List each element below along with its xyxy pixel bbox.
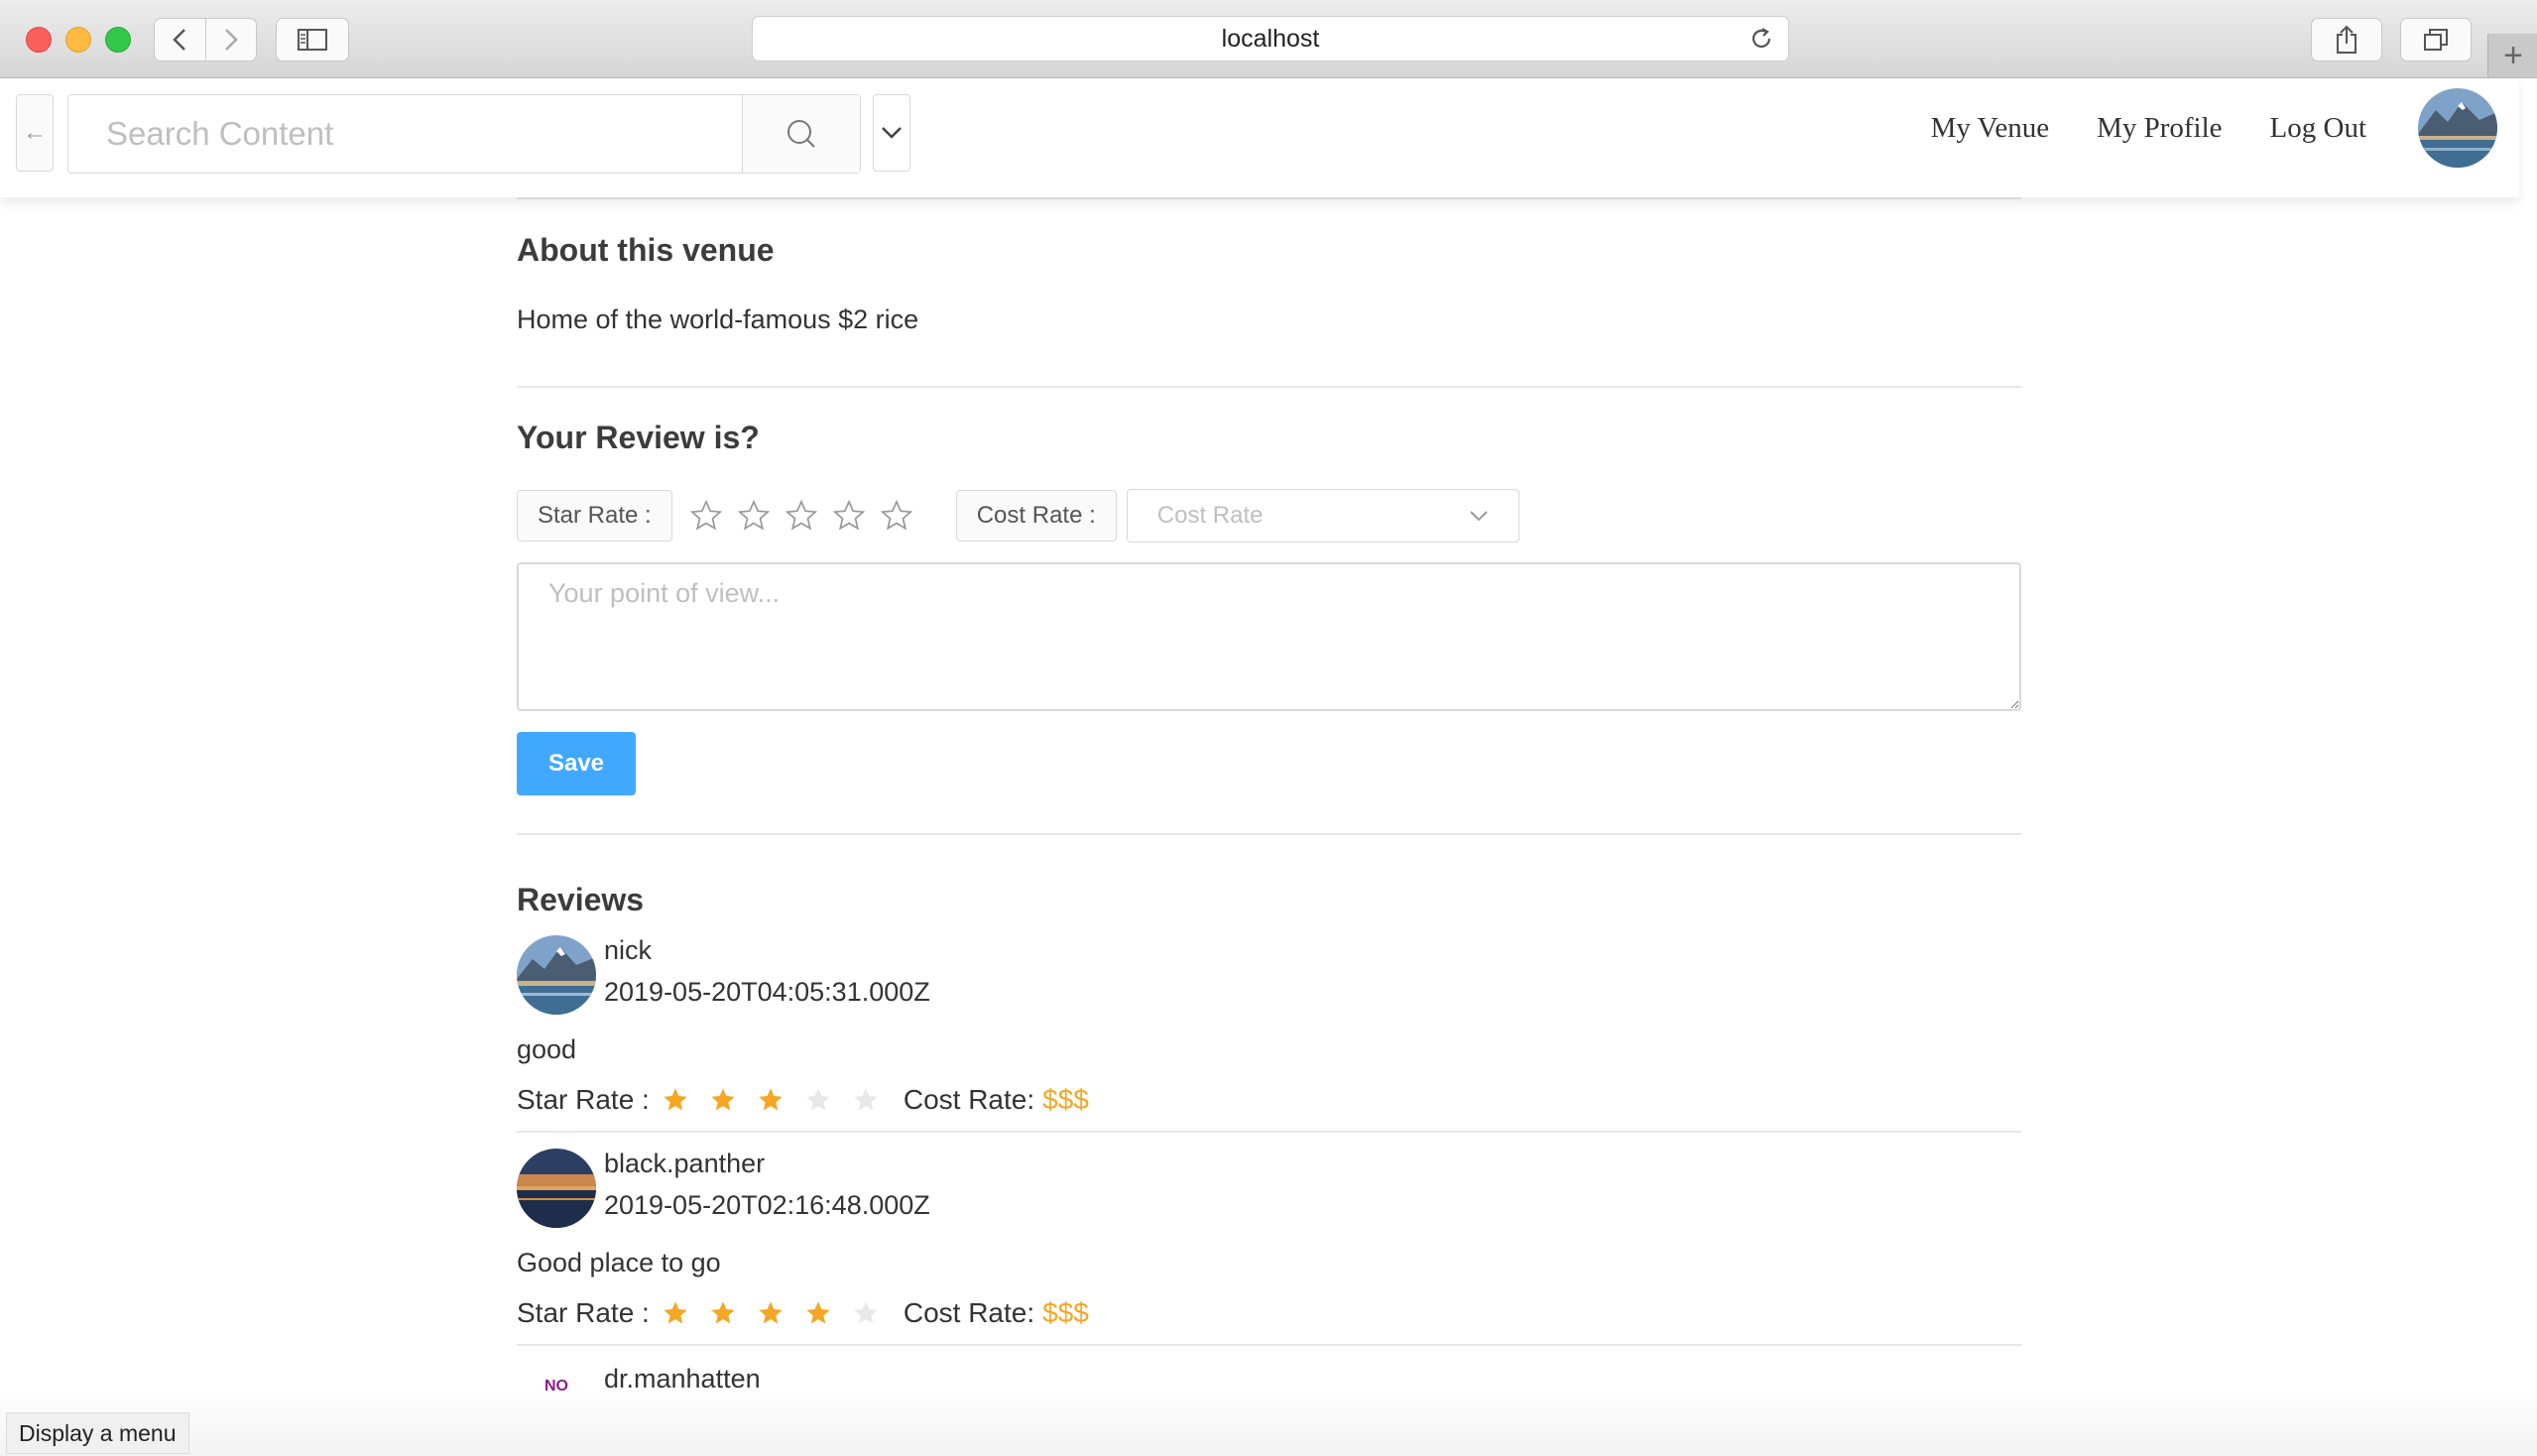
review-form-heading: Your Review is? (517, 420, 760, 455)
star-icon (842, 1299, 890, 1327)
top-nav: My Venue My Profile Log Out (1883, 78, 2519, 178)
browser-back-button[interactable] (155, 19, 206, 61)
venue-description: Home of the world-famous $2 rice (517, 304, 919, 334)
divider (517, 386, 2021, 388)
star-rate-label: Star Rate : (517, 1084, 650, 1115)
star-icon[interactable] (778, 499, 825, 533)
address-bar[interactable]: localhost (752, 16, 1789, 61)
star-icon[interactable] (873, 499, 920, 533)
star-icon (794, 1299, 842, 1327)
chevron-down-icon (882, 127, 902, 139)
reviewer-name: dr.manhatten (604, 1364, 761, 1394)
back-button[interactable]: ← (16, 94, 54, 172)
star-icon (699, 1299, 747, 1327)
star-icon (747, 1086, 794, 1114)
star-rating-input[interactable] (682, 499, 920, 533)
nav-my-venue-link[interactable]: My Venue (1931, 112, 2049, 145)
reviewer-avatar (517, 1149, 596, 1228)
reviews-heading: Reviews (517, 882, 645, 917)
zoom-window-button[interactable] (105, 27, 131, 53)
url-text: localhost (1221, 24, 1320, 53)
search-dropdown-button[interactable] (873, 94, 910, 172)
save-wrap: Save (517, 732, 2021, 795)
review-text: Good place to go (517, 1248, 721, 1277)
new-tab-button[interactable]: + (2487, 34, 2537, 77)
share-icon (2337, 25, 2356, 54)
arrow-left-icon: ← (23, 119, 47, 146)
chevron-down-icon (1470, 511, 1488, 522)
star-icon (699, 1086, 747, 1114)
star-rate-label: Star Rate : (517, 490, 672, 542)
star-icon[interactable] (825, 499, 873, 533)
sidebar-icon (298, 29, 327, 51)
star-rate-label: Star Rate : (517, 1297, 650, 1328)
forward-arrow-icon (224, 29, 238, 51)
search-button[interactable] (742, 95, 860, 173)
browser-toolbar: localhost + (0, 0, 2537, 78)
review-item: black.panther 2019-05-20T02:16:48.000Z G… (517, 1149, 2021, 1344)
star-icon (652, 1086, 699, 1114)
cost-rate-label: Cost Rate: (903, 1297, 1035, 1328)
show-tabs-button[interactable] (2400, 18, 2472, 61)
star-icon (794, 1086, 842, 1114)
review-textarea[interactable] (517, 562, 2021, 711)
search-input[interactable] (68, 95, 742, 173)
cost-rate-select[interactable]: Cost Rate (1126, 489, 1519, 543)
review-rating: Star Rate : Cost Rate: $$$ (517, 1084, 1089, 1116)
venue-page-content: About this venue Home of the world-famou… (517, 197, 2021, 1443)
reviewer-avatar-placeholder: NO (517, 1364, 596, 1443)
cost-rate-value: $$$ (1042, 1297, 1089, 1328)
plus-icon: + (2503, 36, 2523, 74)
app-header: ← My Venue My Profile Log Out (0, 78, 2519, 197)
review-divider (517, 1131, 2021, 1133)
cost-rate-label: Cost Rate: (903, 1084, 1035, 1115)
close-window-button[interactable] (26, 27, 52, 53)
review-rating-row: Star Rate : Cost Rate : Cost Rate (517, 489, 2021, 543)
back-arrow-icon (173, 29, 186, 51)
minimize-window-button[interactable] (65, 27, 91, 53)
reload-icon[interactable] (1749, 26, 1774, 52)
nav-my-profile-link[interactable]: My Profile (2097, 112, 2222, 145)
review-textarea-wrap (517, 562, 2021, 716)
share-button[interactable] (2311, 18, 2382, 61)
cost-rate-placeholder: Cost Rate (1156, 502, 1264, 529)
review-date: 2019-05-20T02:16:48.000Z (604, 1190, 930, 1220)
nav-log-out-link[interactable]: Log Out (2270, 112, 2366, 145)
top-divider (517, 197, 2021, 199)
tabs-icon (2424, 29, 2448, 51)
search-icon (787, 120, 815, 148)
cost-rate-value: $$$ (1042, 1084, 1089, 1115)
search-bar (67, 94, 861, 174)
star-icon[interactable] (730, 499, 778, 533)
sidebar-toggle-button[interactable] (276, 18, 349, 61)
star-rating-display (652, 1086, 890, 1114)
review-divider (517, 1344, 2021, 1346)
review-item: NO dr.manhatten (517, 1364, 2021, 1443)
status-tooltip: Display a menu (6, 1412, 189, 1454)
star-icon[interactable] (682, 499, 730, 533)
review-item: nick 2019-05-20T04:05:31.000Z good Star … (517, 935, 2021, 1131)
star-rating-display (652, 1299, 890, 1327)
about-heading: About this venue (517, 232, 775, 268)
divider (517, 833, 2021, 835)
review-rating: Star Rate : Cost Rate: $$$ (517, 1297, 1089, 1329)
save-button[interactable]: Save (517, 732, 636, 795)
star-icon (747, 1299, 794, 1327)
no-image-text: NO (544, 1378, 568, 1395)
review-text: good (517, 1034, 577, 1064)
cost-rate-label: Cost Rate : (955, 490, 1117, 542)
star-icon (842, 1086, 890, 1114)
history-nav (154, 18, 257, 61)
star-icon (652, 1299, 699, 1327)
review-date: 2019-05-20T04:05:31.000Z (604, 977, 930, 1007)
browser-forward-button[interactable] (206, 19, 257, 61)
reviewer-name: black.panther (604, 1149, 766, 1178)
reviewer-avatar (517, 935, 596, 1015)
reviewer-name: nick (604, 935, 653, 965)
user-avatar[interactable] (2418, 88, 2497, 168)
